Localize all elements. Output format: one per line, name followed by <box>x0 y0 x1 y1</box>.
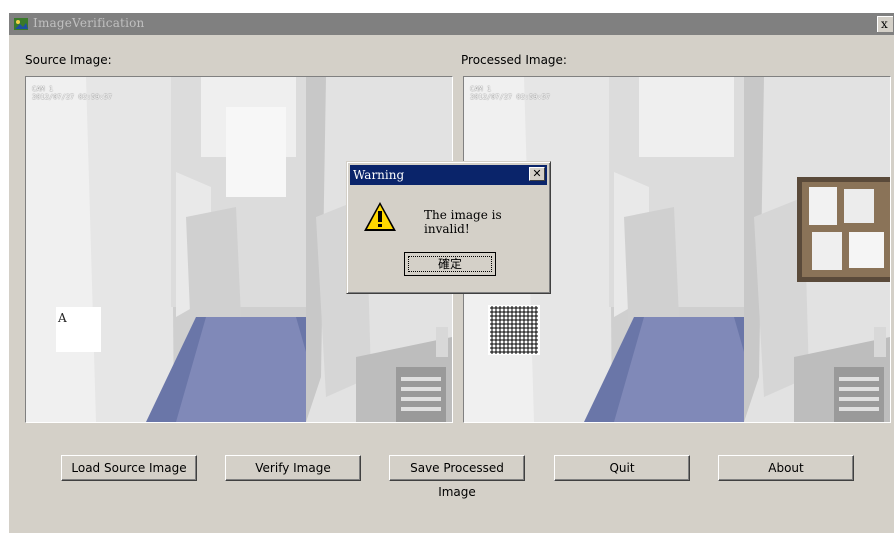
watermark-grid-pattern <box>488 305 540 355</box>
dialog-message: The image is invalid! <box>424 208 502 236</box>
save-processed-image-button[interactable]: Save Processed Image <box>389 455 525 499</box>
dialog-close-button[interactable]: ✕ <box>529 167 545 181</box>
warning-icon <box>364 202 396 231</box>
dialog-title-bar[interactable]: Warning ✕ <box>350 165 547 185</box>
app-icon <box>14 18 28 30</box>
processed-timestamp-overlay: CAM 1 2012/07/27 02:59:57 <box>470 85 551 101</box>
source-image-label: Source Image: <box>25 53 112 67</box>
quit-button[interactable]: Quit <box>554 455 690 481</box>
dialog-title: Warning <box>353 168 405 182</box>
dialog-ok-button[interactable]: 確定 <box>404 252 496 276</box>
warning-dialog: Warning ✕ The image is invalid! 確定 <box>346 161 551 294</box>
watermark-region: A <box>56 307 101 352</box>
window-close-button[interactable]: x <box>877 16 893 32</box>
verify-image-button[interactable]: Verify Image <box>225 455 361 481</box>
processed-image-label: Processed Image: <box>461 53 567 67</box>
load-source-image-button[interactable]: Load Source Image <box>61 455 197 481</box>
window-title: ImageVerification <box>33 16 145 30</box>
dialog-ok-label: 確定 <box>437 257 462 271</box>
about-button[interactable]: About <box>718 455 854 481</box>
processed-watermark-grid <box>488 305 540 355</box>
source-timestamp-overlay: CAM 1 2012/07/27 02:59:57 <box>32 85 113 101</box>
watermark-letter: A <box>58 311 67 325</box>
title-bar[interactable]: ImageVerification x <box>9 13 894 35</box>
